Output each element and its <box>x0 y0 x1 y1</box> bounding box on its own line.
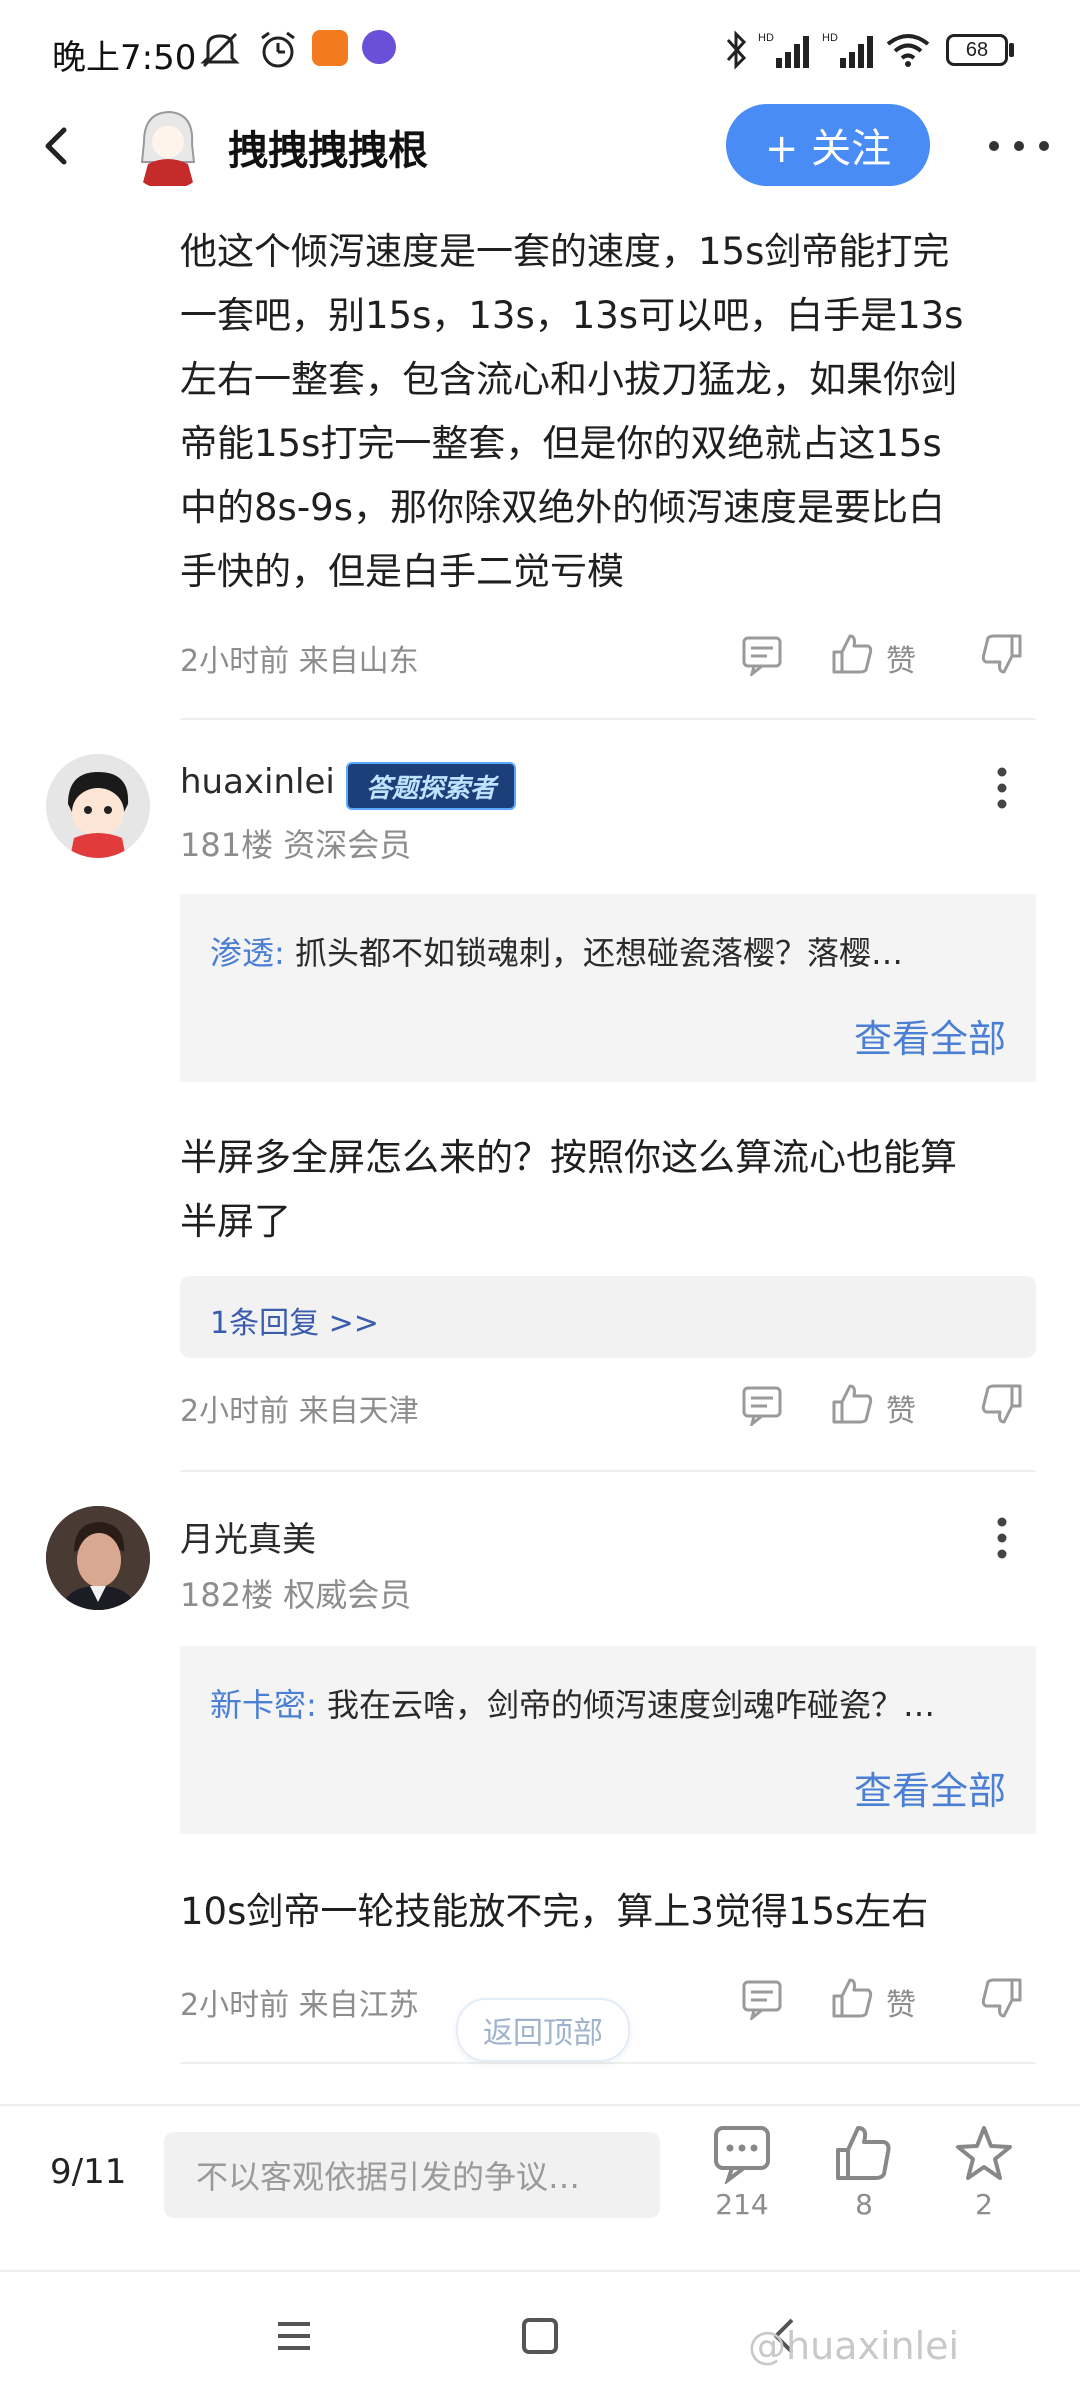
more-options-button[interactable] <box>984 126 1054 166</box>
comment-input[interactable]: 不以客观依据引发的争议… <box>164 2132 660 2218</box>
battery-tip <box>1009 43 1014 57</box>
app-notification-icon <box>312 30 348 66</box>
like-post-button[interactable]: 8 <box>814 2124 914 2221</box>
svg-text:HD: HD <box>822 32 838 44</box>
thumbs-up-icon[interactable] <box>830 1976 874 2024</box>
replies-link[interactable]: 1条回复 >> <box>180 1276 1036 1358</box>
post-menu-button[interactable] <box>984 764 1020 812</box>
more-dots-icon <box>989 141 1049 151</box>
home-nav-button[interactable] <box>518 2314 562 2362</box>
floor-label: 181楼 资深会员 <box>180 826 412 864</box>
like-label[interactable]: 赞 <box>886 636 916 680</box>
vertical-dots-icon <box>997 767 1007 809</box>
comment-bubble-icon <box>714 2126 770 2186</box>
post-actions: 赞 <box>740 632 1040 692</box>
mute-icon <box>198 30 242 74</box>
quote-text: 我在云啥，剑帝的倾泻速度剑魂咋碰瓷？… <box>326 1686 935 1724</box>
vertical-dots-icon <box>997 1517 1007 1559</box>
author-avatar[interactable] <box>124 102 212 190</box>
likes-count: 8 <box>855 2188 873 2221</box>
post-line: 半屏多全屏怎么来的？按照你这么算流心也能算 <box>180 1136 957 1179</box>
wifi-icon <box>884 30 932 74</box>
alarm-icon <box>258 30 298 74</box>
post-body: 半屏多全屏怎么来的？按照你这么算流心也能算 半屏了 <box>180 1126 1040 1254</box>
divider <box>180 718 1036 720</box>
signal-icon: HD <box>758 30 816 74</box>
star-icon <box>956 2126 1012 2180</box>
quoted-reply[interactable]: 新卡密: 我在云啥，剑帝的倾泻速度剑魂咋碰瓷？… 查看全部 <box>180 1646 1036 1834</box>
thumbs-up-icon <box>836 2126 891 2180</box>
quote-content: 新卡密: 我在云啥，剑帝的倾泻速度剑魂咋碰瓷？… <box>210 1680 935 1726</box>
thumbs-up-icon[interactable] <box>830 1382 874 1430</box>
post-meta: 2小时前 来自山东 <box>180 644 419 679</box>
comment-icon[interactable] <box>740 1382 784 1430</box>
post-meta: 2小时前 来自江苏 <box>180 1988 419 2023</box>
thumbs-down-icon[interactable] <box>980 1382 1024 1430</box>
post-body: 10s剑帝一轮技能放不完，算上3觉得15s左右 <box>180 1880 1040 1944</box>
replies-count: 1条回复 >> <box>210 1306 379 1341</box>
user-avatar[interactable] <box>46 754 150 858</box>
watermark: @huaxinlei <box>748 2324 960 2368</box>
post-line: 左右一整套，包含流心和小拔刀猛龙，如果你剑 <box>180 358 957 401</box>
quote-username[interactable]: 新卡密: <box>210 1686 317 1724</box>
post-line: 他这个倾泻速度是一套的速度，15s剑帝能打完 <box>180 230 950 273</box>
page-indicator[interactable]: 9/11 <box>50 2152 126 2192</box>
comments-button[interactable]: 214 <box>692 2124 792 2221</box>
post-body: 他这个倾泻速度是一套的速度，15s剑帝能打完 一套吧，别15s，13s，13s可… <box>180 220 1040 604</box>
system-nav-bar: @huaxinlei <box>0 2270 1080 2402</box>
follow-button[interactable]: + 关注 <box>726 104 930 186</box>
tieba-notification-icon <box>362 30 396 64</box>
comment-icon[interactable] <box>740 1976 784 2024</box>
like-label[interactable]: 赞 <box>886 1386 916 1430</box>
user-badge: 答题探索者 <box>346 762 517 810</box>
svg-text:HD: HD <box>758 32 774 44</box>
chevron-left-icon <box>45 127 67 165</box>
status-time: 晚上7:50 <box>52 38 197 78</box>
status-bar: 晚上7:50 HD HD 68 <box>0 0 1080 96</box>
divider <box>180 2062 1036 2064</box>
comments-count: 214 <box>715 2188 769 2221</box>
quote-content: 渗透: 抓头都不如锁魂刺，还想碰瓷落樱？落樱… <box>210 928 903 974</box>
post-header: 拽拽拽拽根 + 关注 <box>0 96 1080 196</box>
comment-icon[interactable] <box>740 632 784 680</box>
thumbs-down-icon[interactable] <box>980 1976 1024 2024</box>
post-line: 中的8s-9s，那你除双绝外的倾泻速度是要比白 <box>180 486 945 529</box>
menu-icon <box>278 2322 310 2350</box>
post-line: 10s剑帝一轮技能放不完，算上3觉得15s左右 <box>180 1890 929 1933</box>
post-meta: 2小时前 来自天津 <box>180 1394 419 1429</box>
menu-nav-button[interactable] <box>274 2316 314 2360</box>
post-menu-button[interactable] <box>984 1514 1020 1562</box>
post-actions: 赞 <box>740 1976 1040 2036</box>
battery-icon: 68 <box>946 34 1008 66</box>
divider <box>180 1470 1036 1472</box>
quote-text: 抓头都不如锁魂刺，还想碰瓷落樱？落樱… <box>294 934 903 972</box>
favorite-button[interactable]: 2 <box>934 2124 1034 2221</box>
favorites-count: 2 <box>975 2188 993 2221</box>
quoted-reply[interactable]: 渗透: 抓头都不如锁魂刺，还想碰瓷落樱？落樱… 查看全部 <box>180 894 1036 1082</box>
user-avatar[interactable] <box>46 1506 150 1610</box>
username[interactable]: huaxinlei <box>180 762 335 802</box>
home-square-icon <box>522 2318 558 2354</box>
post-actions: 赞 <box>740 1382 1040 1442</box>
thumbs-up-icon[interactable] <box>830 632 874 680</box>
post-line: 帝能15s打完一整套，但是你的双绝就占这15s <box>180 422 942 465</box>
username[interactable]: 月光真美 <box>180 1512 316 1561</box>
back-to-top-button[interactable]: 返回顶部 <box>456 1998 630 2062</box>
signal-icon-2: HD <box>822 30 880 74</box>
quote-username[interactable]: 渗透: <box>210 934 285 972</box>
post-line: 手快的，但是白手二觉亏模 <box>180 550 624 593</box>
bottom-action-bar: 9/11 不以客观依据引发的争议… 214 8 2 <box>0 2104 1080 2272</box>
bluetooth-icon <box>722 30 750 74</box>
post-line: 一套吧，别15s，13s，13s可以吧，白手是13s <box>180 294 964 337</box>
post-line: 半屏了 <box>180 1200 291 1243</box>
floor-label: 182楼 权威会员 <box>180 1576 412 1614</box>
back-button[interactable] <box>28 116 88 176</box>
thumbs-down-icon[interactable] <box>980 632 1024 680</box>
like-label[interactable]: 赞 <box>886 1980 916 2024</box>
view-all-link[interactable]: 查看全部 <box>854 1008 1006 1063</box>
view-all-link[interactable]: 查看全部 <box>854 1760 1006 1815</box>
author-name[interactable]: 拽拽拽拽根 <box>228 118 428 176</box>
